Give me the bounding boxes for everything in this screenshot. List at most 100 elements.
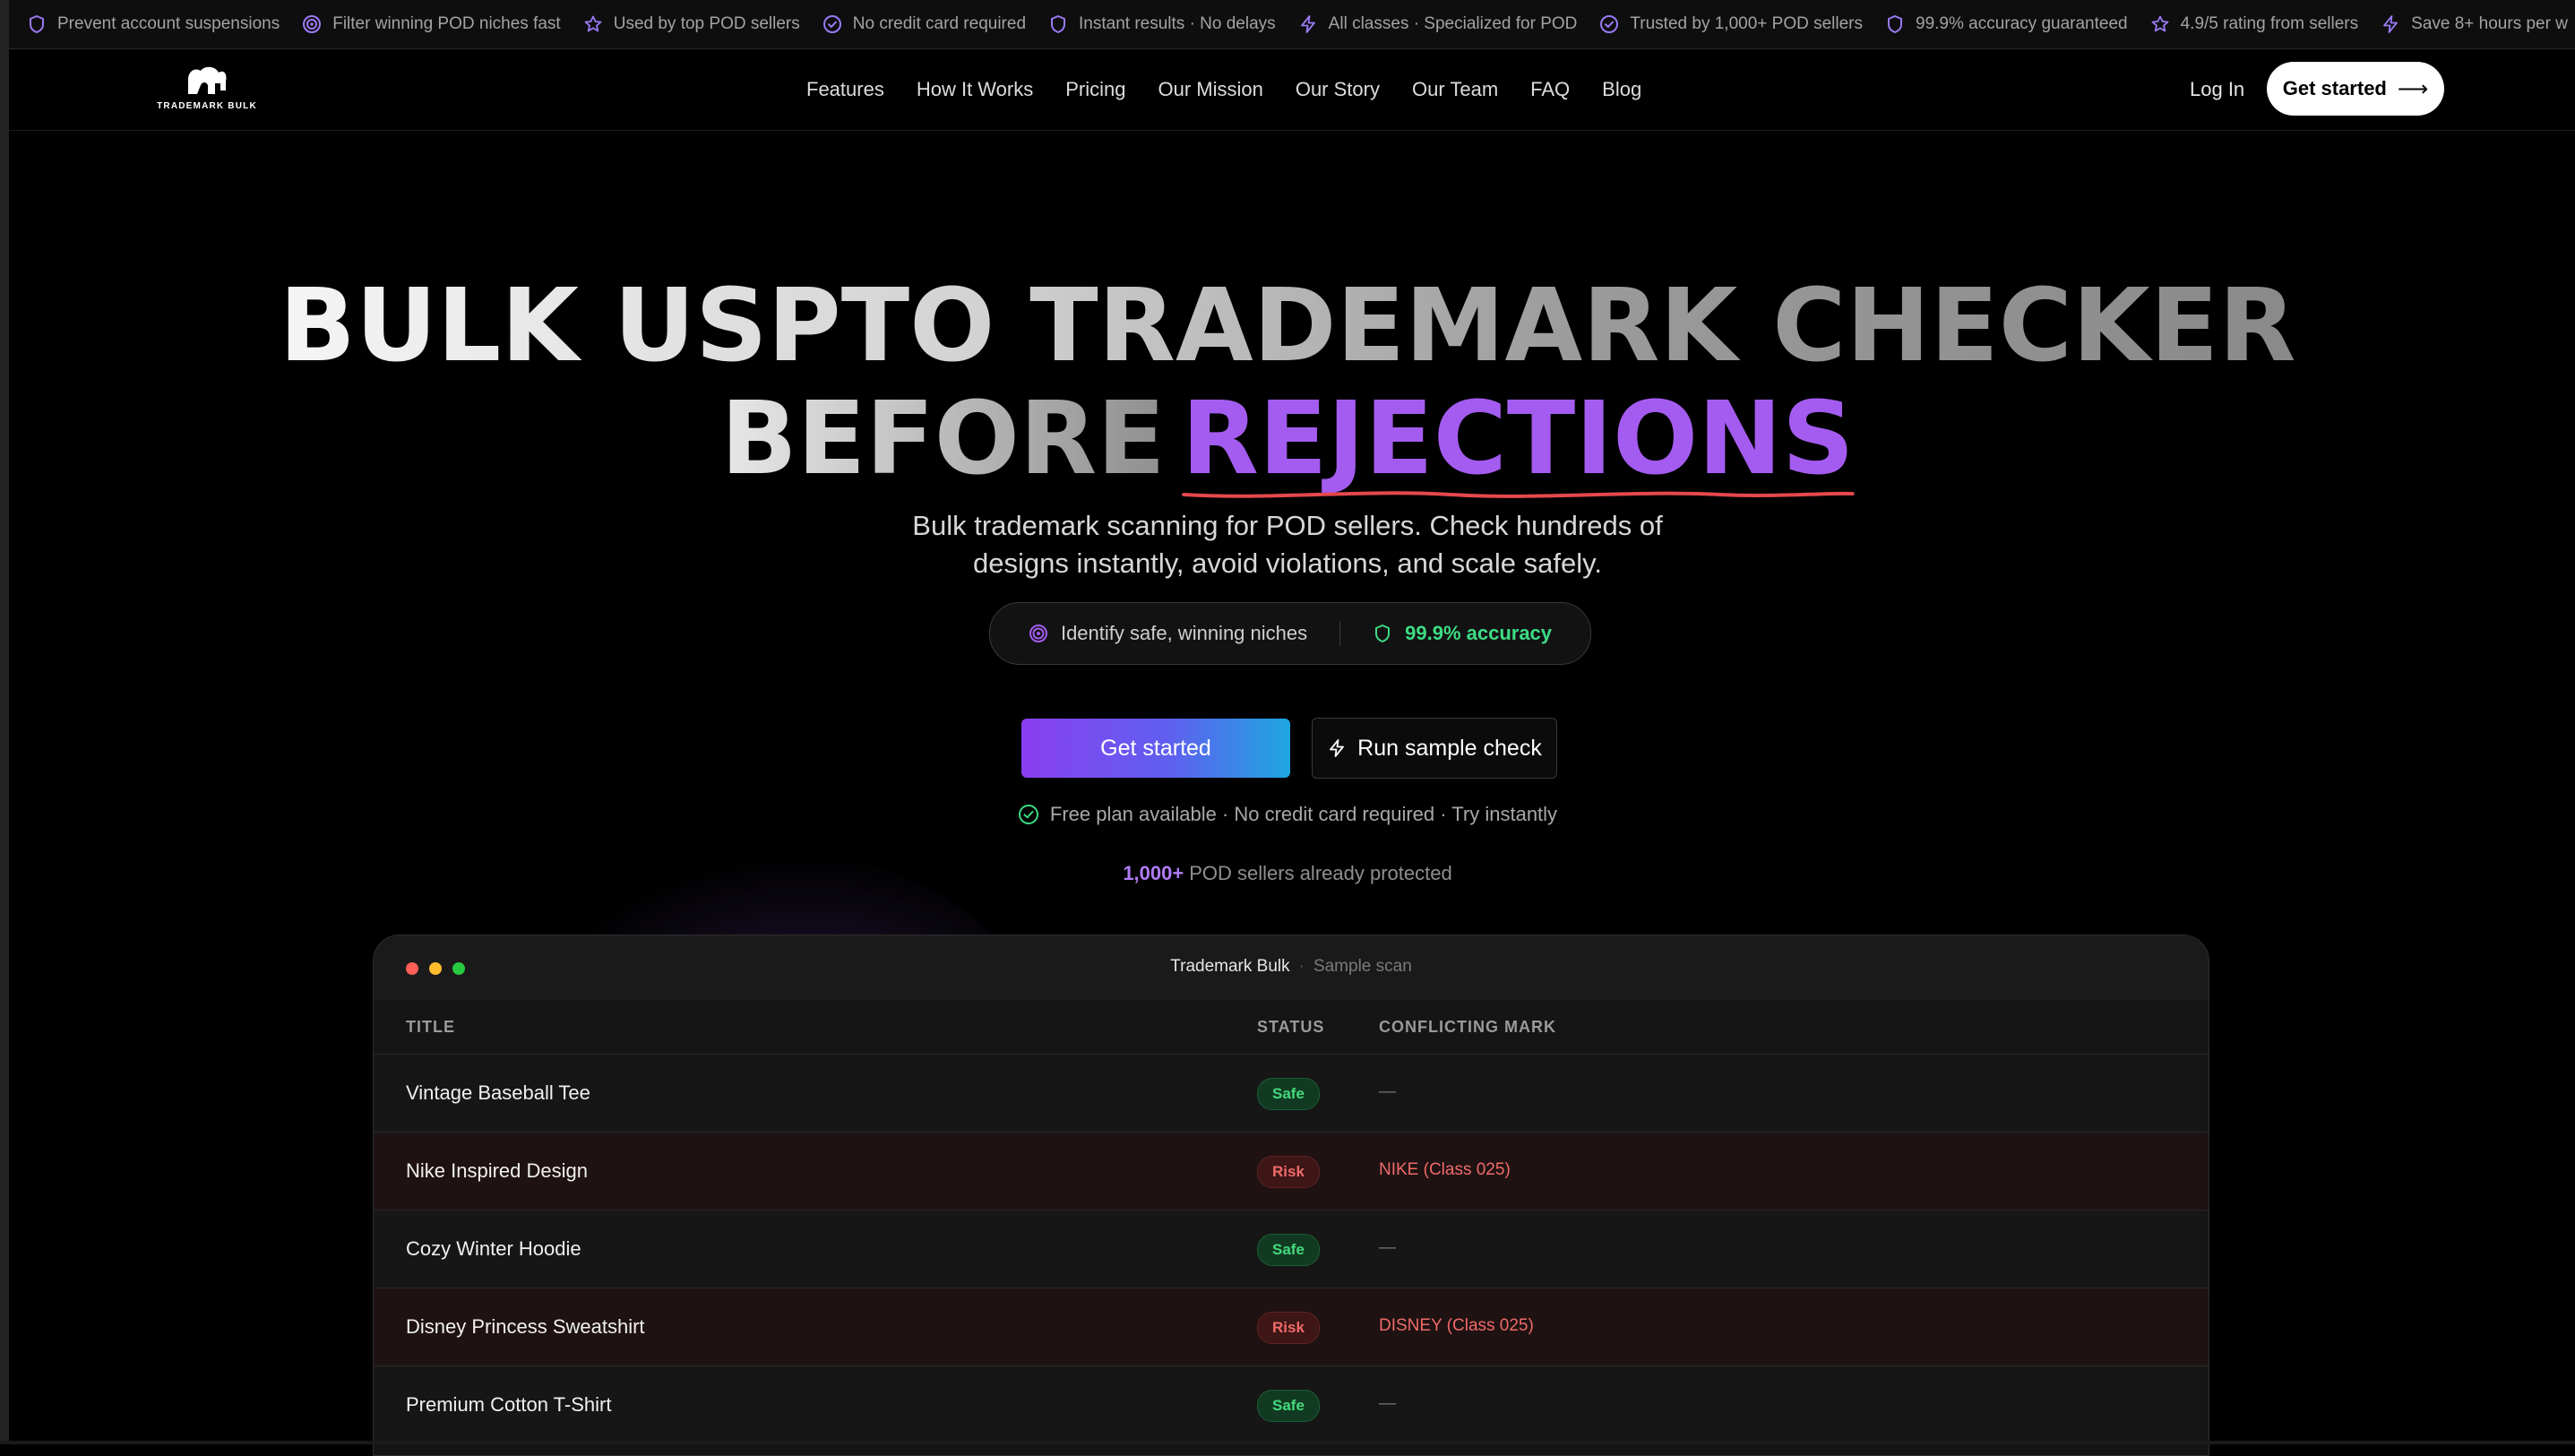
ticker-item: Used by top POD sellers xyxy=(583,14,800,34)
panel-title-text: Trademark Bulk xyxy=(1170,957,1290,976)
status-badge: Safe xyxy=(1257,1390,1320,1422)
target-icon xyxy=(1029,624,1048,643)
ticker-item-label: 4.9/5 rating from sellers xyxy=(2180,14,2359,33)
ticker-item-label: All classes · Specialized for POD xyxy=(1328,14,1578,33)
star-icon xyxy=(583,14,603,34)
column-header-title: TITLE xyxy=(406,1018,455,1036)
check-circle-icon xyxy=(822,14,842,34)
ticker-item: 99.9% accuracy guaranteed xyxy=(1885,14,2128,34)
conflicting-mark: — xyxy=(1379,1394,1396,1413)
ticker-item-label: No credit card required xyxy=(852,14,1027,33)
pill-item-niches: Identify safe, winning niches xyxy=(1029,622,1307,645)
panel-title-separator: · xyxy=(1298,957,1305,976)
pill-item-accuracy: 99.9% accuracy xyxy=(1373,622,1552,645)
nav-link-our-team[interactable]: Our Team xyxy=(1412,78,1498,101)
row-title: Nike Inspired Design xyxy=(406,1159,588,1182)
status-badge: Safe xyxy=(1257,1234,1320,1266)
announcement-ticker: Prevent account suspensions Filter winnin… xyxy=(9,0,2575,49)
hero-headline-line-1: BULK USPTO TRADEMARK CHECKER xyxy=(0,276,2575,376)
pill-divider xyxy=(1339,621,1341,646)
nav-link-blog[interactable]: Blog xyxy=(1602,78,1641,101)
panel-subtitle: Sample scan xyxy=(1313,957,1412,976)
arrow-right-icon: ⟶ xyxy=(2397,76,2429,101)
brand-logo[interactable]: TRADEMARK BULK xyxy=(149,64,265,116)
login-link[interactable]: Log In xyxy=(2190,78,2244,101)
ticker-item-label: Trusted by 1,000+ POD sellers xyxy=(1630,14,1863,33)
nav-links: Features How It Works Pricing Our Missio… xyxy=(806,49,1674,130)
conflicting-mark: DISNEY (Class 025) xyxy=(1379,1316,1534,1335)
panel-titlebar: Trademark Bulk · Sample scan xyxy=(374,935,2209,1001)
check-circle-icon xyxy=(1018,804,1039,825)
row-title: Premium Cotton T-Shirt xyxy=(406,1393,612,1416)
ticker-item: Filter winning POD niches fast xyxy=(302,14,561,34)
hero-highlight-text: REJECTIONS xyxy=(1181,381,1855,497)
hero-feature-pill: Identify safe, winning niches 99.9% accu… xyxy=(989,602,1591,665)
ticker-item: 4.9/5 rating from sellers xyxy=(2150,14,2359,34)
sample-scan-panel: Trademark Bulk · Sample scan TITLE STATUS … xyxy=(373,935,2209,1456)
target-icon xyxy=(302,14,322,34)
ticker-item-label: Filter winning POD niches fast xyxy=(332,14,561,33)
hero-headline-before: BEFORE xyxy=(720,381,1166,497)
nav-link-faq[interactable]: FAQ xyxy=(1530,78,1570,101)
table-row: Premium Cotton T-Shirt Safe — xyxy=(374,1366,2209,1444)
conflicting-mark: — xyxy=(1379,1082,1396,1101)
bolt-icon xyxy=(1298,14,1318,34)
pill-right-text: 99.9% accuracy xyxy=(1405,622,1553,644)
sellers-number: 1,000+ xyxy=(1123,862,1184,884)
hero-headline-line-2: BEFORE REJECTIONS xyxy=(0,389,2575,498)
status-badge: Risk xyxy=(1257,1312,1320,1344)
logo-text: TRADEMARK BULK xyxy=(157,101,257,111)
table-row: Nike Inspired Design Risk NIKE (Class 025) xyxy=(374,1133,2209,1210)
column-header-conflicting-mark: CONFLICTING MARK xyxy=(1379,1018,1556,1036)
hero-subtitle-line-2: designs instantly, avoid violations, and… xyxy=(973,547,1602,579)
hero-subtitle: Bulk trademark scanning for POD sellers.… xyxy=(0,507,2575,582)
ticker-item: Prevent account suspensions xyxy=(27,14,280,34)
column-header-status: STATUS xyxy=(1257,1018,1325,1036)
pill-left-text: Identify safe, winning niches xyxy=(1060,622,1308,644)
squiggle-underline-icon xyxy=(1181,491,1855,498)
table-header: TITLE STATUS CONFLICTING MARK xyxy=(374,1000,2209,1055)
ticker-item-label: 99.9% accuracy guaranteed xyxy=(1916,14,2128,33)
table-row: Vintage Baseball Tee Safe — xyxy=(374,1055,2209,1133)
status-badge: Safe xyxy=(1257,1078,1320,1110)
shield-icon xyxy=(1885,14,1905,34)
nav-link-pricing[interactable]: Pricing xyxy=(1065,78,1125,101)
ticker-item-label: Used by top POD sellers xyxy=(613,14,800,33)
panel-title: Trademark Bulk · Sample scan xyxy=(374,957,2209,977)
nav-link-how-it-works[interactable]: How It Works xyxy=(917,78,1033,101)
shield-icon xyxy=(1048,14,1068,34)
ticker-item: All classes · Specialized for POD xyxy=(1298,14,1578,34)
hero-get-started-button[interactable]: Get started xyxy=(1021,719,1290,778)
nav-get-started-label: Get started xyxy=(2282,77,2387,99)
run-sample-check-button[interactable]: Run sample check xyxy=(1312,718,1557,779)
ticker-item-label: Save 8+ hours per w xyxy=(2411,14,2568,33)
logo-mark-icon xyxy=(188,66,227,94)
run-sample-check-label: Run sample check xyxy=(1357,735,1542,761)
free-plan-note: Free plan available · No credit card req… xyxy=(0,803,2575,826)
ticker-item: Instant results · No delays xyxy=(1048,14,1276,34)
ticker-item-label: Prevent account suspensions xyxy=(57,14,280,33)
table-row: Cozy Winter Hoodie Safe — xyxy=(374,1210,2209,1288)
check-circle-icon xyxy=(1599,14,1619,34)
nav-get-started-button[interactable]: Get started ⟶ xyxy=(2267,62,2444,116)
shield-icon xyxy=(1373,624,1392,643)
shield-icon xyxy=(27,14,47,34)
ticker-item-label: Instant results · No delays xyxy=(1079,14,1276,33)
hero-get-started-label: Get started xyxy=(1100,735,1211,761)
conflicting-mark: — xyxy=(1379,1238,1396,1257)
table-row: Disney Princess Sweatshirt Risk DISNEY (Cl… xyxy=(374,1288,2209,1366)
free-plan-text: Free plan available · No credit card req… xyxy=(1049,803,1558,825)
hero-headline-text: BULK USPTO TRADEMARK CHECKER xyxy=(279,268,2296,384)
nav-link-our-story[interactable]: Our Story xyxy=(1296,78,1380,101)
nav-link-our-mission[interactable]: Our Mission xyxy=(1158,78,1262,101)
ticker-item: Trusted by 1,000+ POD sellers xyxy=(1599,14,1863,34)
window-bottom-edge xyxy=(0,1441,2575,1444)
top-navigation: TRADEMARK BULK Features How It Works Pri… xyxy=(9,49,2575,131)
conflicting-mark: NIKE (Class 025) xyxy=(1379,1160,1511,1179)
bolt-icon xyxy=(1327,738,1347,758)
hero-headline-highlight: REJECTIONS xyxy=(1181,389,1855,498)
ticker-item: Save 8+ hours per w xyxy=(2381,14,2568,34)
status-badge: Risk xyxy=(1257,1156,1320,1188)
hero-subtitle-line-1: Bulk trademark scanning for POD sellers.… xyxy=(912,510,1663,541)
nav-link-features[interactable]: Features xyxy=(806,78,884,101)
